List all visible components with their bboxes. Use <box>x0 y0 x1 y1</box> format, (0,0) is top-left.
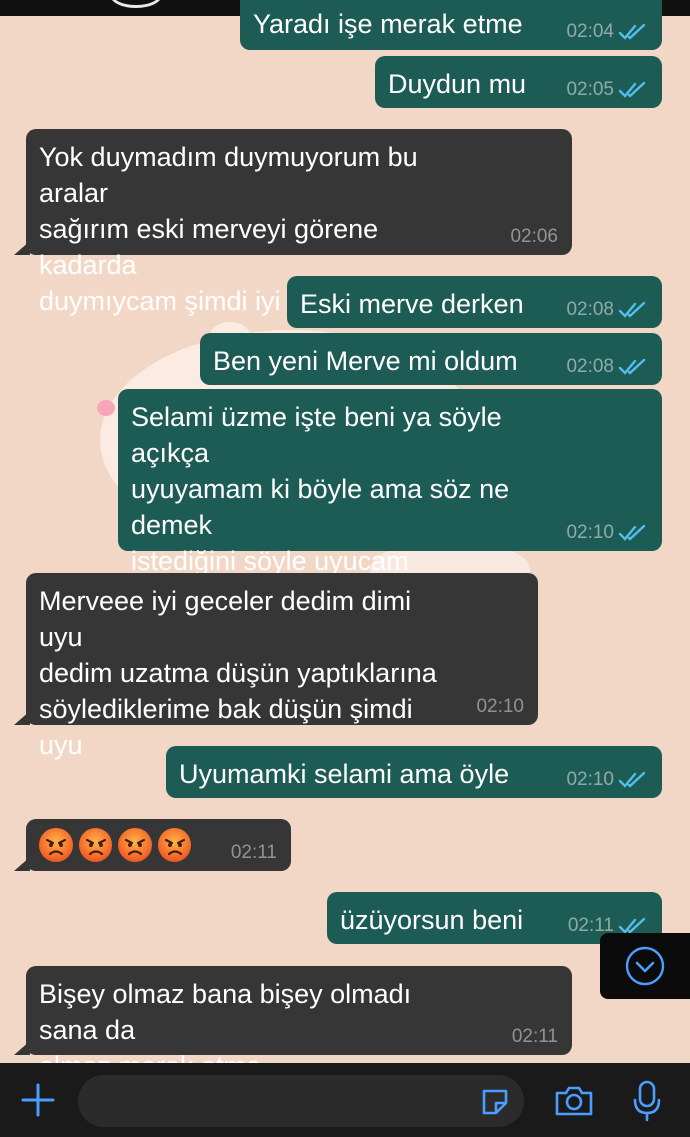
message-meta: 02:11 <box>231 843 277 863</box>
message-input[interactable] <box>78 1075 524 1127</box>
message-text: Eski merve derken <box>300 289 524 319</box>
camera-icon[interactable] <box>553 1083 595 1119</box>
message-time: 02:04 <box>566 21 614 42</box>
message-text: Duydun mu <box>388 69 527 99</box>
message-meta: 02:10 <box>566 770 648 790</box>
message-meta: 02:11 <box>512 1027 558 1047</box>
message-meta: 02:08 <box>566 357 648 377</box>
message-outgoing[interactable]: Duydun mu 02:05 <box>375 56 662 108</box>
message-incoming[interactable]: Merveee iyi geceler dedim dimi uyu dedim… <box>14 573 538 760</box>
microphone-icon[interactable] <box>632 1079 662 1123</box>
message-meta: 02:08 <box>566 300 648 320</box>
message-time: 02:10 <box>476 696 524 717</box>
read-receipt-icon <box>618 301 646 318</box>
message-time: 02:10 <box>566 522 614 543</box>
message-outgoing[interactable]: Selami üzme işte beni ya söyle açıkça uy… <box>118 389 662 648</box>
chevron-down-circle-icon <box>625 946 665 986</box>
message-meta: 02:10 <box>566 523 648 543</box>
message-list[interactable]: Yaradı işe merak etme 02:04 Duydun mu 02… <box>0 0 690 1063</box>
message-meta: 02:06 <box>510 227 558 247</box>
angry-face-icon <box>157 828 191 862</box>
message-text: Merveee iyi geceler dedim dimi uyu dedim… <box>39 586 437 760</box>
read-receipt-icon <box>618 81 646 98</box>
read-receipt-icon <box>618 358 646 375</box>
message-outgoing[interactable]: Yaradı işe merak etme 02:04 <box>240 0 662 50</box>
message-outgoing[interactable]: Uyumamki selami ama öyle 02:10 <box>166 746 662 798</box>
message-incoming[interactable]: 02:11 <box>14 819 291 871</box>
read-receipt-icon <box>618 524 646 541</box>
message-meta: 02:10 <box>476 697 524 717</box>
message-meta: 02:04 <box>566 22 648 42</box>
message-text: Uyumamki selami ama öyle <box>179 759 510 789</box>
angry-face-icon <box>118 828 152 862</box>
read-receipt-icon <box>618 771 646 788</box>
message-time: 02:10 <box>566 769 614 790</box>
message-meta: 02:05 <box>566 80 648 100</box>
message-time: 02:11 <box>230 842 277 863</box>
message-incoming[interactable]: Yok duymadım duymuyorum bu aralar sağırı… <box>14 129 572 316</box>
message-input-bar <box>0 1063 690 1137</box>
angry-face-icon <box>39 828 73 862</box>
angry-face-icon <box>78 828 112 862</box>
message-text: Yaradı işe merak etme <box>253 9 523 39</box>
message-outgoing[interactable]: Ben yeni Merve mi oldum 02:08 <box>200 333 662 385</box>
message-text: Ben yeni Merve mi oldum <box>213 346 518 376</box>
message-outgoing[interactable]: Eski merve derken 02:08 <box>287 276 662 328</box>
read-receipt-icon <box>618 23 646 40</box>
emoji-row <box>39 828 191 862</box>
message-time: 02:08 <box>566 299 614 320</box>
plus-icon[interactable] <box>20 1082 56 1118</box>
scroll-to-bottom-button[interactable] <box>600 933 690 999</box>
message-time: 02:08 <box>566 356 614 377</box>
message-text: Bişey olmaz bana bişey olmadı sana da ol… <box>39 979 412 1063</box>
message-time: 02:06 <box>510 226 558 247</box>
message-incoming[interactable]: Bişey olmaz bana bişey olmadı sana da ol… <box>14 966 572 1063</box>
message-time: 02:05 <box>566 79 614 100</box>
message-time: 02:11 <box>511 1026 558 1047</box>
message-text: üzüyorsun beni <box>340 905 524 935</box>
sticker-icon[interactable] <box>478 1085 512 1119</box>
